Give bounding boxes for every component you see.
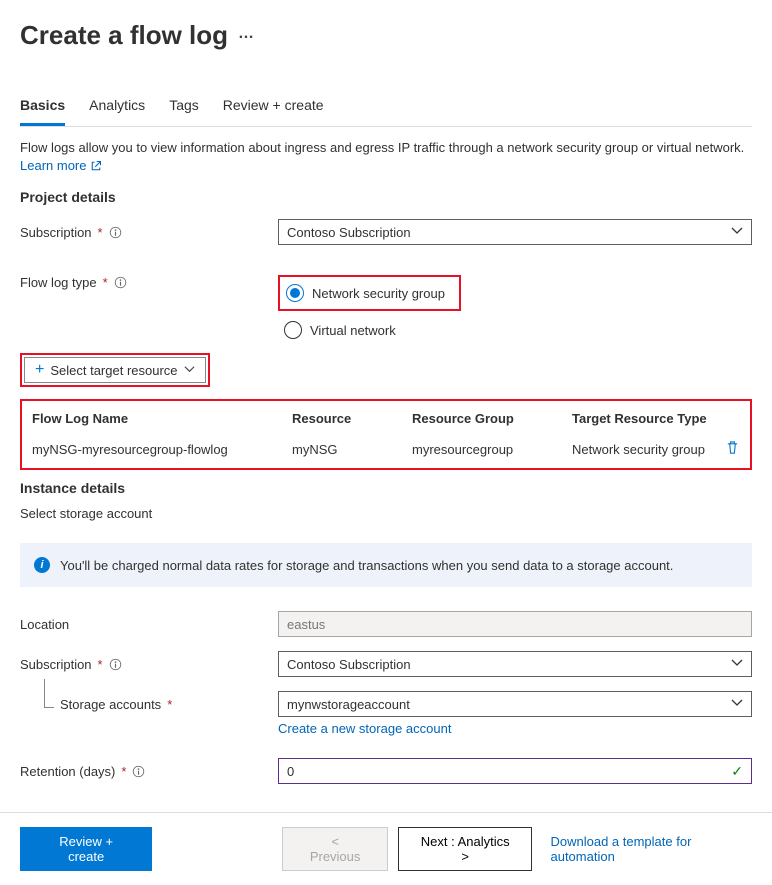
radio-icon xyxy=(286,284,304,302)
tab-basics[interactable]: Basics xyxy=(20,91,65,126)
download-template-link[interactable]: Download a template for automation xyxy=(550,834,752,864)
radio-vnet[interactable]: Virtual network xyxy=(278,321,461,339)
previous-button: < Previous xyxy=(282,827,388,871)
retention-label: Retention (days)* xyxy=(20,764,278,779)
storage-accounts-label: Storage accounts* xyxy=(20,697,278,712)
retention-input[interactable]: 0 ✓ xyxy=(278,758,752,784)
description-text: Flow logs allow you to view information … xyxy=(20,139,752,175)
more-icon[interactable]: … xyxy=(238,25,254,47)
learn-more-link[interactable]: Learn more xyxy=(20,158,102,173)
select-storage-label: Select storage account xyxy=(20,506,752,521)
col-resource-group: Resource Group xyxy=(412,411,572,426)
review-create-button[interactable]: Review + create xyxy=(20,827,152,871)
tab-tags[interactable]: Tags xyxy=(169,91,199,126)
subscription2-label: Subscription* xyxy=(20,657,278,672)
tab-bar: Basics Analytics Tags Review + create xyxy=(20,91,752,126)
plus-icon: + xyxy=(35,362,44,378)
storage-accounts-select[interactable]: mynwstorageaccount xyxy=(278,691,752,717)
info-icon[interactable] xyxy=(109,658,122,671)
info-icon[interactable] xyxy=(114,276,127,289)
location-input: eastus xyxy=(278,611,752,637)
info-icon[interactable] xyxy=(132,765,145,778)
delete-icon[interactable] xyxy=(725,443,740,458)
next-button[interactable]: Next : Analytics > xyxy=(398,827,533,871)
project-details-title: Project details xyxy=(20,189,752,205)
location-label: Location xyxy=(20,617,278,632)
checkmark-icon: ✓ xyxy=(731,763,743,780)
select-target-button[interactable]: + Select target resource xyxy=(24,357,206,383)
info-banner: i You'll be charged normal data rates fo… xyxy=(20,543,752,587)
chevron-down-icon xyxy=(184,363,195,378)
chevron-down-icon xyxy=(731,225,743,240)
col-resource: Resource xyxy=(292,411,412,426)
tab-analytics[interactable]: Analytics xyxy=(89,91,145,126)
radio-icon xyxy=(284,321,302,339)
col-target-type: Target Resource Type xyxy=(572,411,716,426)
col-flowlog-name: Flow Log Name xyxy=(32,411,292,426)
create-storage-link[interactable]: Create a new storage account xyxy=(278,721,752,736)
highlight-box: + Select target resource xyxy=(20,353,210,387)
highlight-box: Network security group xyxy=(278,275,461,311)
subscription-label: Subscription* xyxy=(20,225,278,240)
instance-details-title: Instance details xyxy=(20,480,752,496)
footer-bar: Review + create < Previous Next : Analyt… xyxy=(0,812,772,885)
subscription2-select[interactable]: Contoso Subscription xyxy=(278,651,752,677)
info-icon[interactable] xyxy=(109,226,122,239)
chevron-down-icon xyxy=(731,697,743,712)
radio-nsg[interactable]: Network security group xyxy=(282,279,457,307)
info-icon: i xyxy=(34,557,50,573)
page-title: Create a flow log … xyxy=(20,20,752,51)
tab-review[interactable]: Review + create xyxy=(223,91,324,126)
flowlog-type-label: Flow log type* xyxy=(20,275,278,290)
target-resource-table: Flow Log Name Resource Resource Group Ta… xyxy=(20,399,752,470)
external-link-icon xyxy=(90,160,102,172)
table-row: myNSG-myresourcegroup-flowlog myNSG myre… xyxy=(22,430,750,468)
subscription-select[interactable]: Contoso Subscription xyxy=(278,219,752,245)
chevron-down-icon xyxy=(731,657,743,672)
